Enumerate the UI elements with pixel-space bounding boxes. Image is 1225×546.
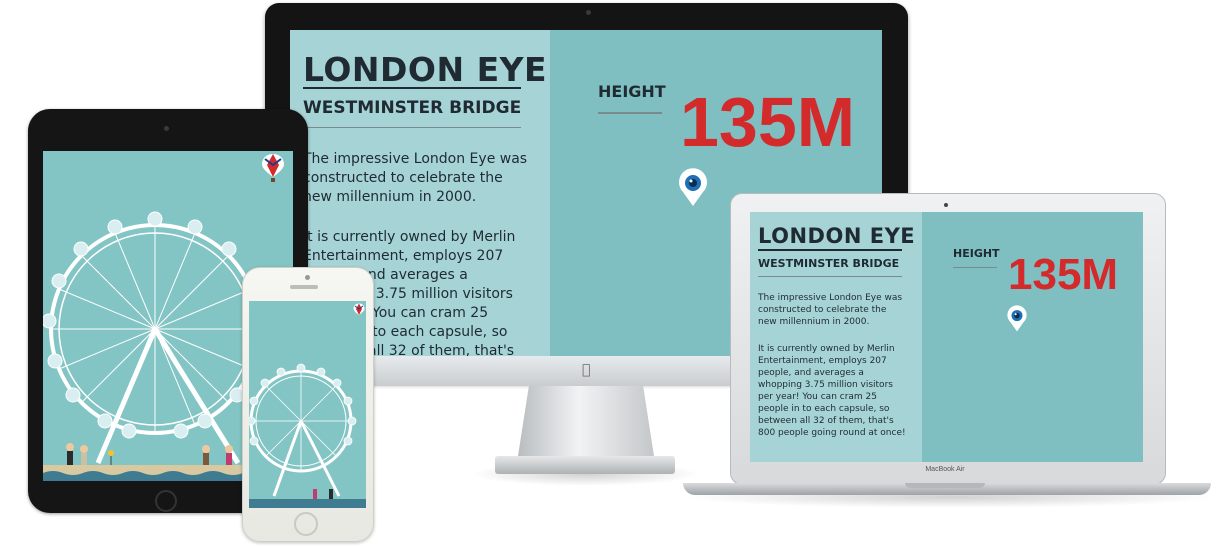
height-label: HEIGHT <box>953 247 1000 260</box>
page-title: LONDON EYE <box>758 224 916 248</box>
info-panel: LONDON EYE WESTMINSTER BRIDGE The impres… <box>750 212 922 462</box>
macbook-camera <box>944 203 948 207</box>
apple-logo-icon:  <box>582 362 590 378</box>
title-underline <box>303 87 521 89</box>
eye-pin-icon[interactable] <box>677 168 709 208</box>
text-line: people in to each capsule, so <box>758 404 890 414</box>
subtitle-rule <box>303 127 521 128</box>
text-line: people, and averages a <box>758 368 864 378</box>
imac-camera <box>586 10 591 15</box>
text-line: whopping 3.75 million visitors <box>758 380 893 390</box>
page-subtitle: WESTMINSTER BRIDGE <box>758 257 900 270</box>
height-label: HEIGHT <box>598 82 666 101</box>
text-line: It is currently owned by Merlin <box>758 344 895 354</box>
macbook-label: MacBook Air <box>925 466 965 473</box>
text-line: The impressive London Eye was <box>758 293 903 303</box>
stats-panel: HEIGHT 135M <box>922 212 1143 462</box>
iphone-speaker <box>290 285 318 289</box>
imac-stand-neck <box>518 386 654 456</box>
intro-paragraph: The impressive London Eye was constructe… <box>303 150 527 207</box>
hot-air-balloon-icon <box>353 303 365 315</box>
text-line: constructed to celebrate the <box>758 305 887 315</box>
height-value: 135M <box>680 83 856 161</box>
intro-paragraph: The impressive London Eye was constructe… <box>758 292 902 328</box>
height-rule <box>598 112 662 114</box>
height-value: 135M <box>1008 250 1119 299</box>
text-line: Entertainment, employs 207 <box>758 356 887 366</box>
height-rule <box>953 267 997 268</box>
iphone-home-button[interactable] <box>294 512 318 536</box>
subtitle-rule <box>758 276 902 277</box>
text-line: per year! You can cram 25 <box>758 392 878 402</box>
ipad-home-button[interactable] <box>155 490 177 512</box>
page-subtitle: WESTMINSTER BRIDGE <box>303 98 522 118</box>
text-line: between all 32 of them, that's <box>758 416 894 426</box>
iphone-screen <box>249 301 366 508</box>
imac-stand-base <box>495 456 675 474</box>
text-line: It is currently owned by Merlin <box>303 229 516 245</box>
hot-air-balloon-icon <box>262 154 284 182</box>
macbook-screen: LONDON EYE WESTMINSTER BRIDGE The impres… <box>750 212 1143 462</box>
macbook-hinge-notch <box>905 483 985 488</box>
text-line: new millennium in 2000. <box>758 317 870 327</box>
text-line: constructed to celebrate the <box>303 170 503 186</box>
iphone-camera <box>305 275 310 280</box>
eye-pin-icon[interactable] <box>1006 305 1028 333</box>
london-eye-wheel-illustration <box>249 363 366 508</box>
text-line: new millennium in 2000. <box>303 189 477 205</box>
title-underline <box>758 249 902 251</box>
text-line: Entertainment, employs 207 <box>303 248 504 264</box>
details-paragraph: It is currently owned by Merlin Entertai… <box>758 343 906 439</box>
text-line: 800 people going round at once! <box>758 428 906 438</box>
text-line: The impressive London Eye was <box>303 151 528 167</box>
page-title: LONDON EYE <box>303 50 548 89</box>
ipad-camera <box>164 126 169 131</box>
